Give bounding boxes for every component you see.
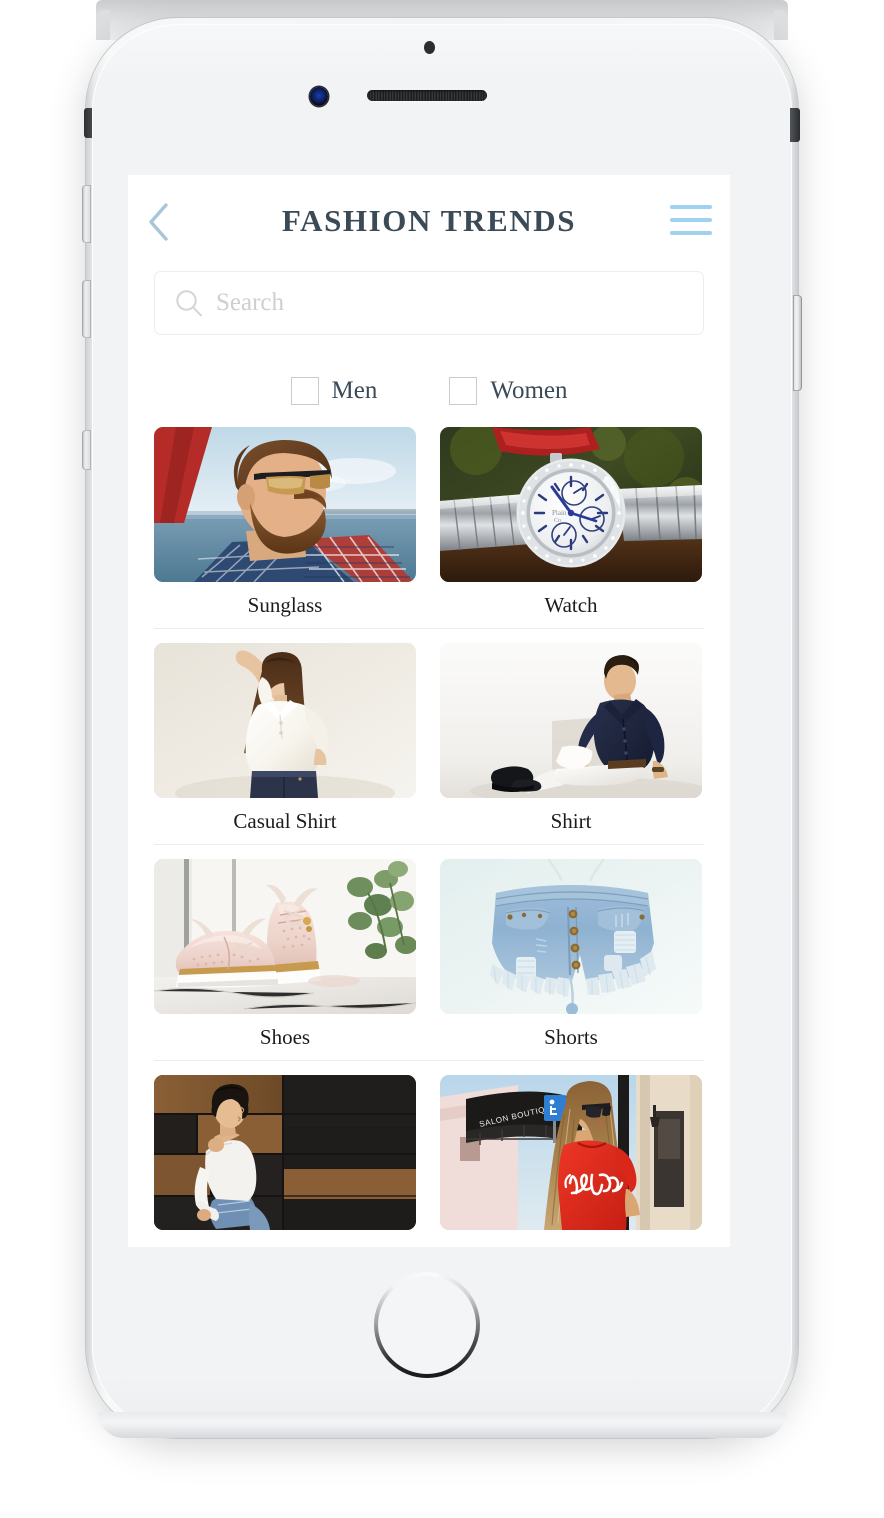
hamburger-line-1 [670,205,712,209]
hamburger-menu-icon[interactable] [670,205,712,235]
product-card-shorts[interactable]: Shorts [440,859,702,1050]
volume-extra-button[interactable] [82,430,91,470]
grid-row: Sunglass Plain Co Watch [154,427,704,618]
product-label: Shoes [259,1025,311,1049]
svg-text:Co: Co [554,518,561,524]
hamburger-line-2 [670,218,712,222]
home-button-face [378,1276,476,1374]
row-divider [154,844,704,845]
hamburger-line-3 [670,231,712,235]
search-input[interactable] [214,288,658,318]
home-button-ring [374,1272,480,1378]
volume-up-button[interactable] [82,185,91,243]
screenshot-stage: FASHION TRENDS Men [0,0,884,1518]
product-thumbnail-red-tshirt: SALON BOUTIQUE [440,1075,702,1230]
svg-text:Plain: Plain [552,509,567,517]
product-card-row4-right[interactable]: SALON BOUTIQUE [440,1075,702,1241]
row-divider [154,1060,704,1061]
product-card-shoes[interactable]: Shoes [154,859,416,1050]
product-thumbnail-casual-shirt [154,643,416,798]
speaker-grille [367,90,487,101]
power-button[interactable] [793,295,802,391]
proximity-sensor-icon [424,41,435,54]
phone-device-bottom-lip [98,1412,786,1438]
filter-label-women: Women [490,377,568,404]
row-divider [154,628,704,629]
checkbox-women[interactable] [449,377,478,405]
product-thumbnail-sunglass [154,427,416,582]
search-box[interactable] [154,271,704,335]
app-header: FASHION TRENDS [128,175,730,271]
product-thumbnail-shoes [154,859,416,1014]
grid-row: SALON BOUTIQUE [154,1075,704,1241]
grid-row: Casual Shirt Shirt [154,643,704,834]
product-card-watch[interactable]: Plain Co Watch [440,427,702,618]
device-top-shadow-left [96,10,110,40]
product-thumbnail-watch: Plain Co [440,427,702,582]
product-thumbnail-off-shoulder-top [154,1075,416,1230]
app-screen: FASHION TRENDS Men [128,175,730,1247]
home-button[interactable] [374,1272,480,1378]
product-card-row4-left[interactable] [154,1075,416,1241]
silent-switch[interactable] [84,108,92,138]
page-title: FASHION TRENDS [281,203,577,238]
product-card-sunglass[interactable]: Sunglass [154,427,416,618]
filter-checkbox-men[interactable]: Men [290,377,378,405]
filter-label-men: Men [331,377,378,404]
power-button-top-accent [790,108,800,142]
product-label [154,1230,416,1241]
product-label: Shorts [544,1025,598,1049]
product-label: Shirt [550,809,592,833]
product-card-shirt[interactable]: Shirt [440,643,702,834]
filter-checkbox-women[interactable]: Women [449,377,567,405]
device-top-shadow-right [774,10,788,40]
product-label: Casual Shirt [233,809,337,833]
product-label: Sunglass [247,593,323,617]
grid-row: Shoes Shorts [154,859,704,1050]
product-thumbnail-shorts [440,859,702,1014]
product-label: Watch [544,593,598,617]
search-icon [174,288,204,318]
product-card-casual-shirt[interactable]: Casual Shirt [154,643,416,834]
product-label [440,1230,702,1241]
checkbox-men[interactable] [290,377,319,405]
product-grid: Sunglass Plain Co Watch Casual Shirt Shi… [154,427,704,1241]
front-camera-icon [310,87,328,106]
volume-down-button[interactable] [82,280,91,338]
gender-filter-row: Men Women [128,377,730,405]
search-section [154,271,704,335]
product-thumbnail-shirt [440,643,702,798]
